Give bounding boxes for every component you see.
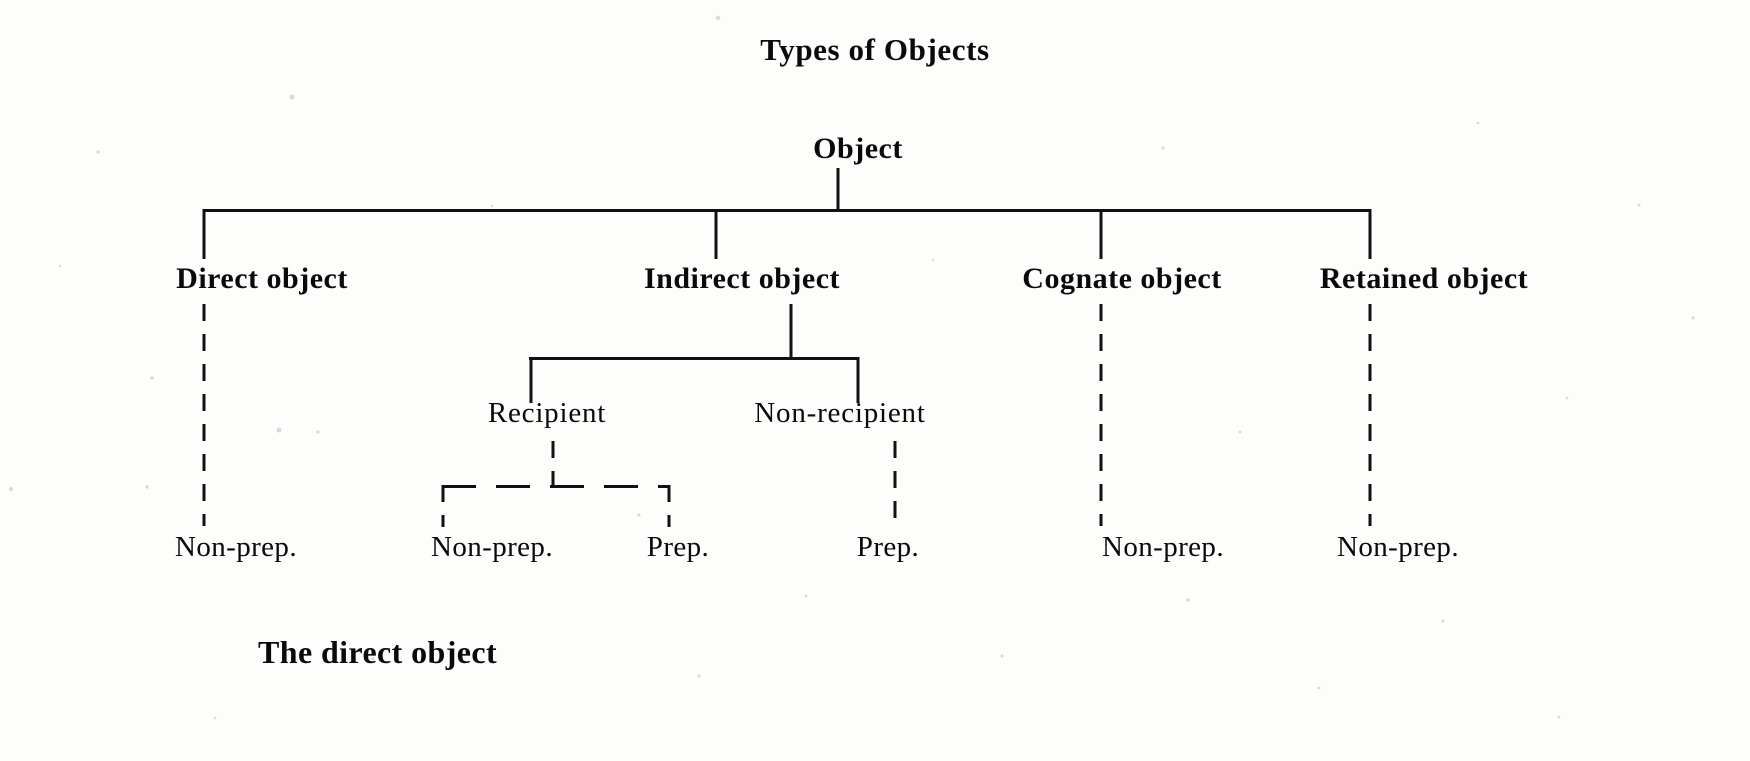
tree-node-cognate-object: Cognate object [1022, 262, 1222, 295]
connector-drop-retained-object [1368, 209, 1372, 259]
connector-level1-rail [203, 209, 1371, 212]
tree-leaf-direct-non-prep: Non-prep. [175, 531, 297, 563]
tree-leaf-recipient-prep: Prep. [646, 531, 710, 563]
tree-leaf-cognate-non-prep: Non-prep. [1102, 531, 1224, 563]
tree-leaf-recipient-non-prep: Non-prep. [431, 531, 553, 563]
connector-indirect-object-stem [789, 304, 793, 358]
tree-leaf-retained-non-prep: Non-prep. [1337, 531, 1459, 563]
connector-drop-direct-object [202, 209, 206, 259]
connector-non-recipient-to-prep [893, 441, 897, 527]
connector-recipient-rail [442, 485, 670, 488]
tree-node-recipient: Recipient [487, 397, 607, 429]
tree-leaf-non-recipient-prep: Prep. [856, 531, 920, 563]
tree-node-non-recipient: Non-recipient [754, 397, 926, 429]
tree-node-direct-object: Direct object [176, 262, 348, 295]
connector-root-stem [836, 168, 840, 210]
scanned-page: Types of Objects Object Direct object In… [0, 0, 1750, 761]
connector-recipient-to-prep [667, 485, 671, 527]
connector-recipient-stem [551, 441, 555, 487]
page-title: Types of Objects [760, 32, 990, 67]
connector-recipient-to-nonprep [441, 485, 445, 527]
connector-drop-indirect-object [714, 209, 718, 259]
connector-drop-cognate-object [1099, 209, 1103, 259]
connector-indirect-object-rail [529, 357, 859, 360]
section-heading-the-direct-object: The direct object [258, 636, 498, 670]
tree-node-retained-object: Retained object [1319, 262, 1529, 295]
connector-cognate-object-to-leaf [1099, 304, 1103, 526]
tree-node-indirect-object: Indirect object [643, 262, 841, 295]
connector-retained-object-to-leaf [1368, 304, 1372, 526]
connector-direct-object-to-leaf [202, 304, 206, 526]
tree-node-object: Object [813, 132, 903, 165]
